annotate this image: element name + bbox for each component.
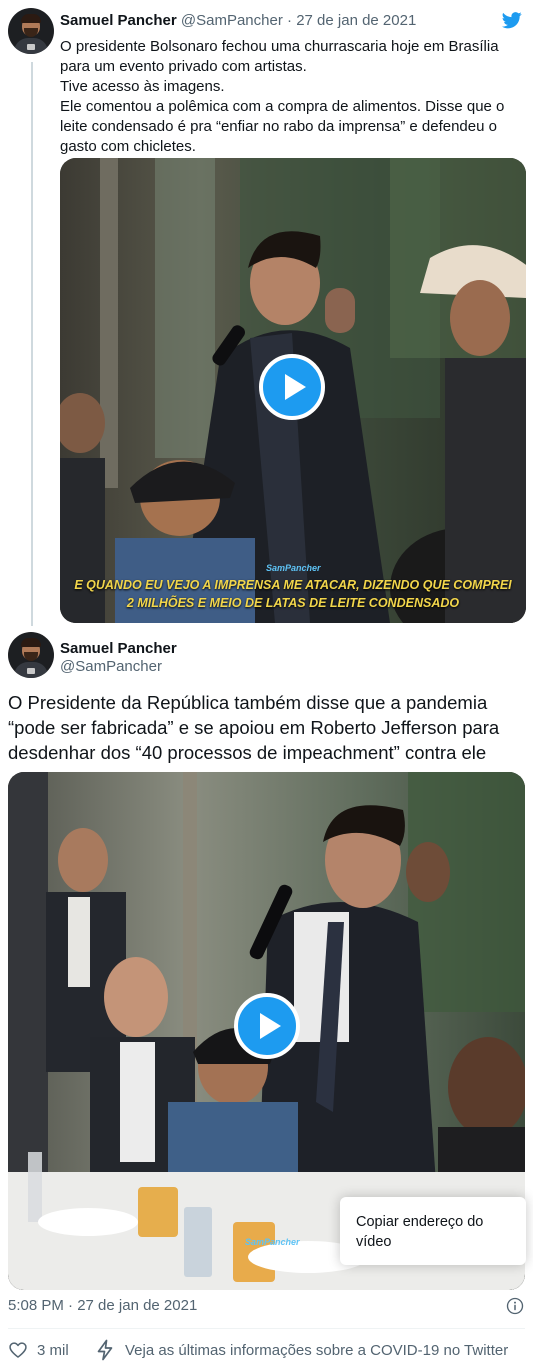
divider bbox=[8, 1328, 525, 1329]
tweet-timestamp[interactable]: 5:08 PM · 27 de jan de 2021 bbox=[8, 1297, 197, 1314]
lightning-bolt-icon bbox=[97, 1339, 113, 1361]
tweet1-line: Tive acesso às imagens. bbox=[60, 78, 225, 95]
copy-video-address-menu-item[interactable]: Copiar endereço do vídeo bbox=[356, 1212, 510, 1252]
avatar[interactable] bbox=[8, 8, 54, 54]
covid-info-link[interactable]: Veja as últimas informações sobre a COVI… bbox=[125, 1340, 508, 1360]
author-handle[interactable]: @SamPancher bbox=[60, 658, 162, 675]
play-button[interactable] bbox=[234, 993, 300, 1059]
info-icon[interactable] bbox=[506, 1297, 524, 1315]
video-subtitle: 2 MILHÕES E MEIO DE LATAS DE LEITE CONDE… bbox=[126, 596, 460, 610]
play-icon bbox=[284, 374, 306, 400]
avatar[interactable] bbox=[8, 632, 54, 678]
play-icon bbox=[259, 1013, 281, 1039]
tweet1-body: O presidente Bolsonaro fechou uma churra… bbox=[60, 37, 525, 157]
tweet1-video[interactable]: SamPancher E QUANDO EU VEJO A IMPRENSA M… bbox=[60, 158, 526, 623]
tweet-date[interactable]: 27 de jan de 2021 bbox=[296, 12, 416, 29]
like-count[interactable]: 3 mil bbox=[37, 1340, 69, 1360]
tweet2-body: O Presidente da República também disse q… bbox=[8, 692, 500, 763]
separator: · bbox=[282, 12, 297, 29]
author-name[interactable]: Samuel Pancher bbox=[60, 12, 177, 29]
tweet1-line: Ele comentou a polêmica com a compra de … bbox=[60, 98, 505, 155]
tweet1-line: O presidente Bolsonaro fechou uma churra… bbox=[60, 38, 499, 75]
video-subtitle: E QUANDO EU VEJO A IMPRENSA ME ATACAR, D… bbox=[74, 578, 512, 592]
play-button[interactable] bbox=[259, 354, 325, 420]
thread-connector-line bbox=[31, 62, 33, 626]
video-context-menu: Copiar endereço do vídeo bbox=[340, 1197, 526, 1265]
author-handle[interactable]: @SamPancher bbox=[181, 12, 283, 29]
heart-icon[interactable] bbox=[8, 1340, 28, 1360]
tweet1-header: Samuel Pancher @SamPancher · 27 de jan d… bbox=[60, 12, 416, 29]
author-name[interactable]: Samuel Pancher bbox=[60, 640, 177, 657]
video-watermark: SamPancher bbox=[245, 1237, 300, 1247]
twitter-bird-icon[interactable] bbox=[500, 10, 524, 30]
video-watermark: SamPancher bbox=[266, 563, 321, 573]
